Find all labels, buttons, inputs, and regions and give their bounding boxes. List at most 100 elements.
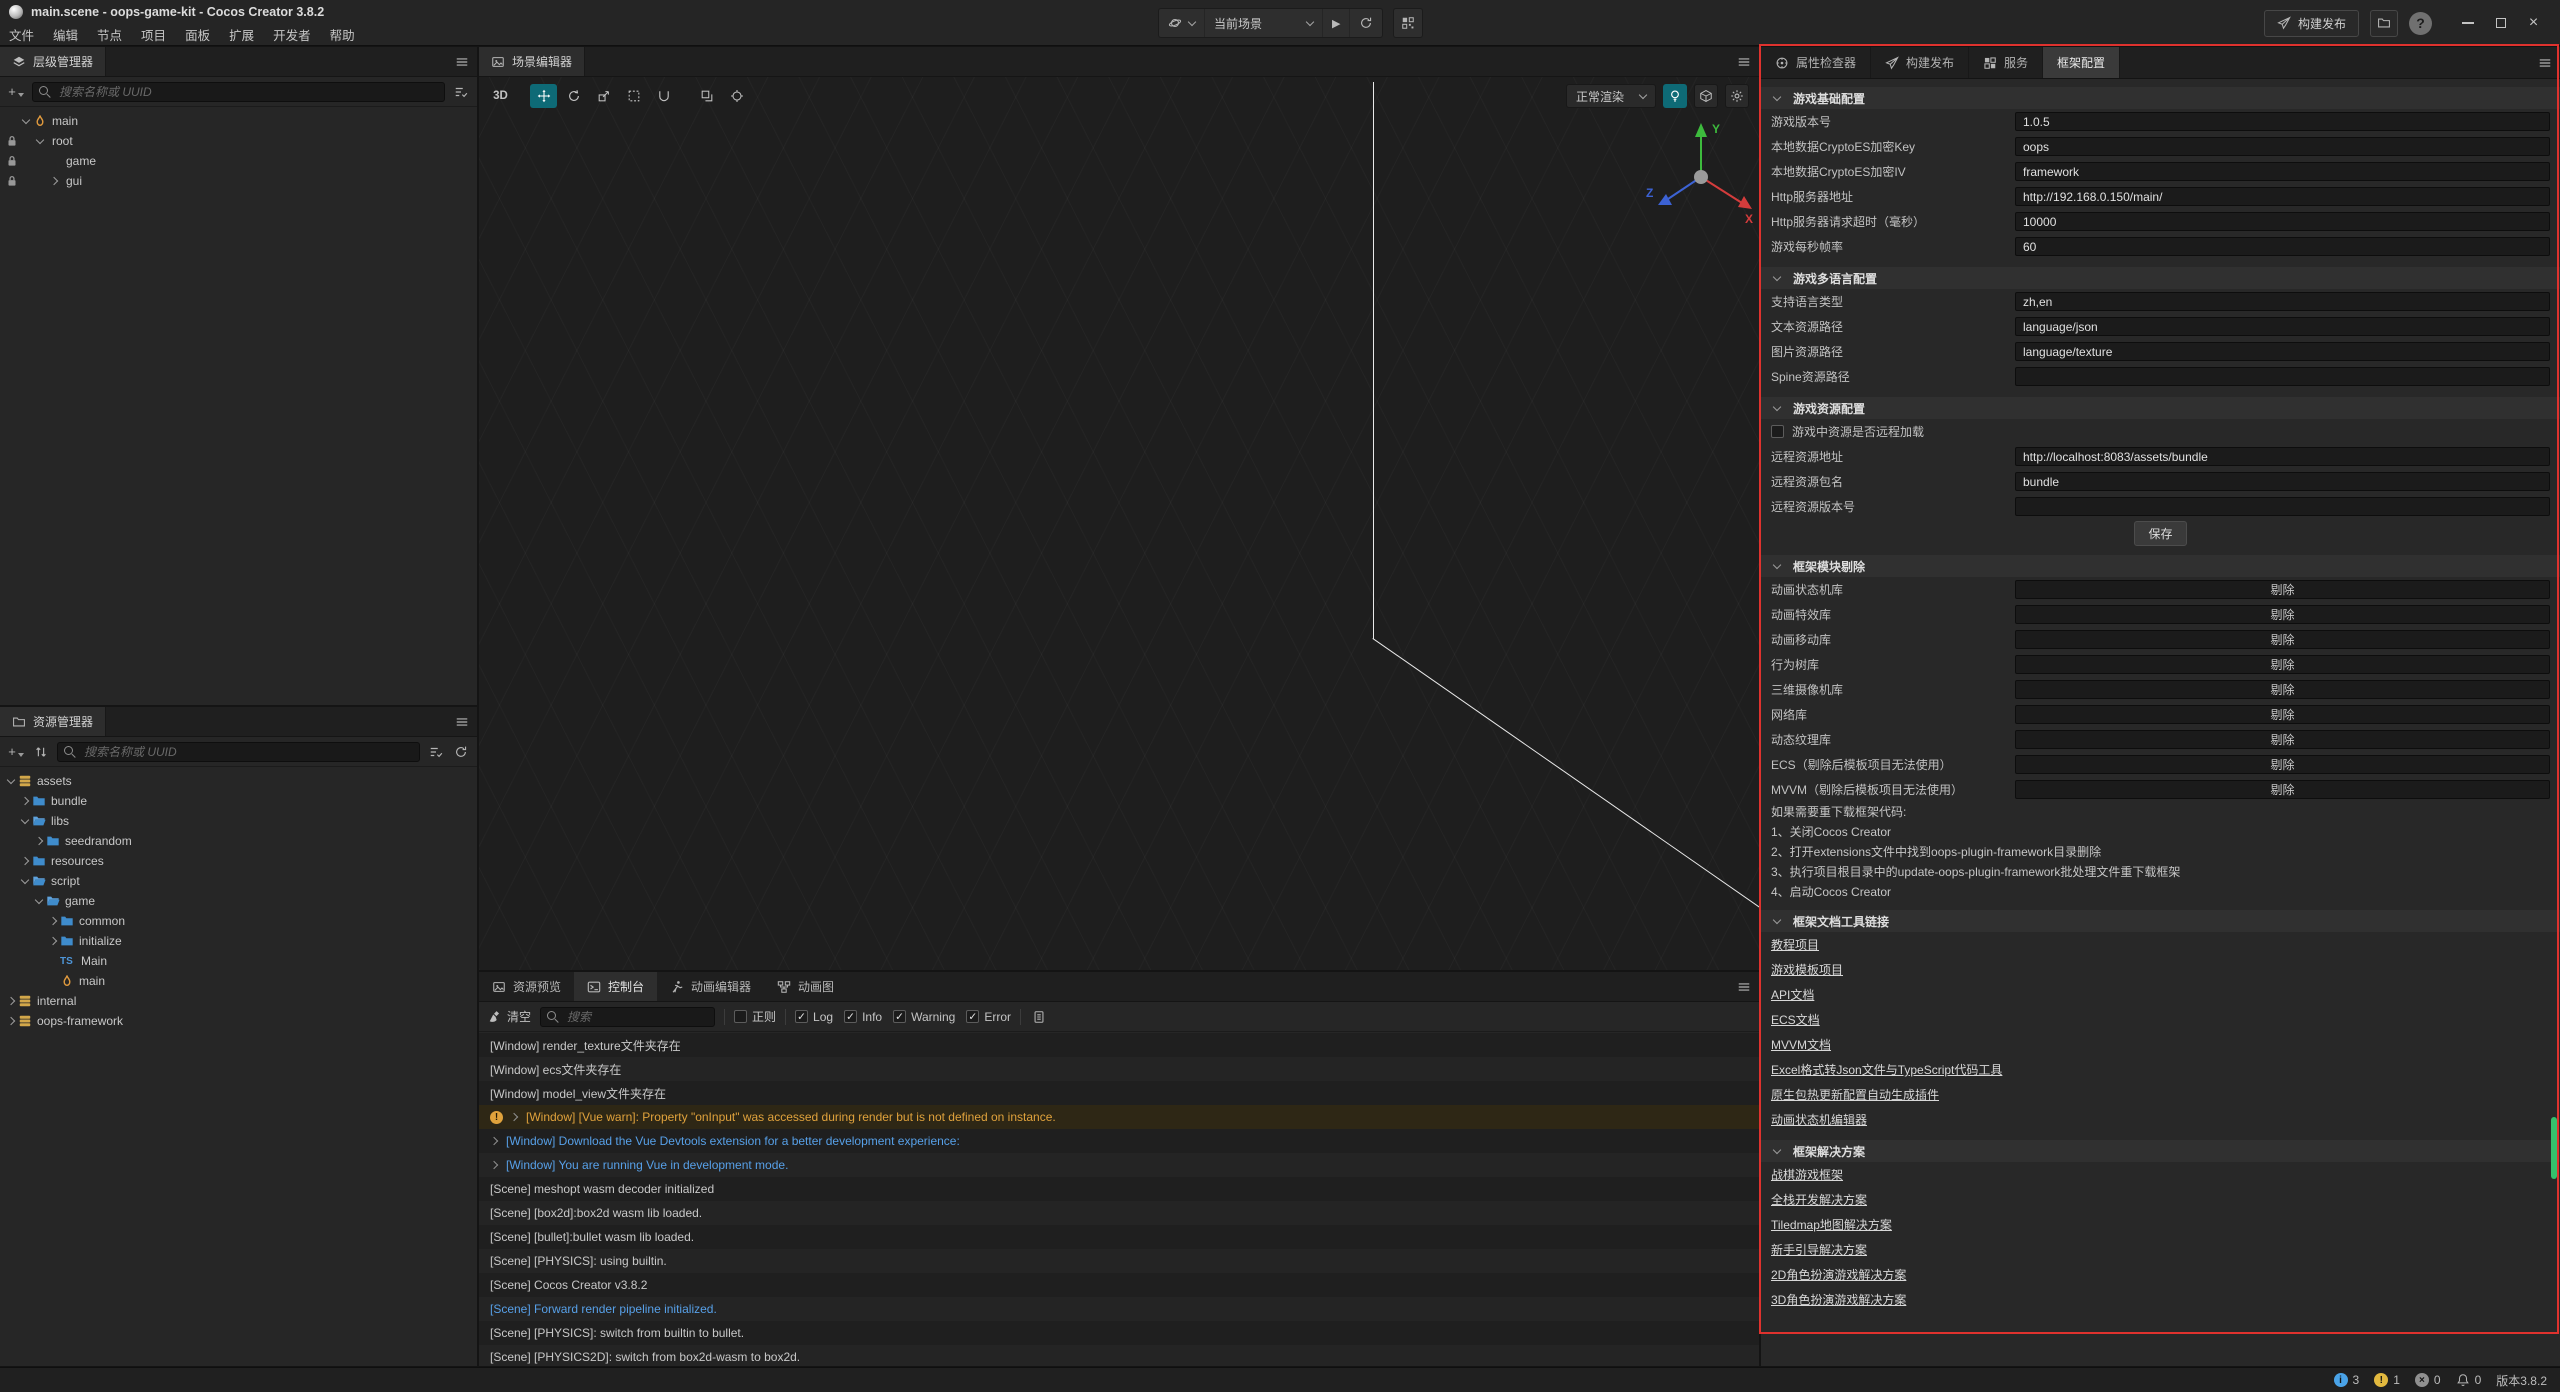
log-row[interactable]: [Window] Download the Vue Devtools exten… [479, 1129, 1759, 1153]
tree-node-root[interactable]: root [0, 131, 477, 151]
hierarchy-tab[interactable]: 层级管理器 [0, 47, 106, 76]
checkbox-Log[interactable] [795, 1010, 808, 1023]
warning-count[interactable]: ! 1 [2374, 1373, 2400, 1387]
link-动画状态机编辑器[interactable]: 动画状态机编辑器 [1771, 1111, 1867, 1128]
chevron-right-icon[interactable] [47, 915, 60, 928]
refresh-icon[interactable] [452, 745, 470, 759]
chevron-right-icon[interactable] [47, 935, 60, 948]
link-Excel格式转Json文件与TypeScript代码工具[interactable]: Excel格式转Json文件与TypeScript代码工具 [1771, 1061, 2002, 1078]
log-row[interactable]: [Scene] Cocos Creator v3.8.2 [479, 1273, 1759, 1297]
config-field-input-2[interactable] [2015, 497, 2550, 516]
menu-item-面板[interactable]: 面板 [185, 25, 210, 44]
render-mode-select[interactable]: 正常渲染 [1566, 84, 1656, 108]
link-API文档[interactable]: API文档 [1771, 986, 1814, 1003]
checkbox-Info[interactable] [844, 1010, 857, 1023]
config-field-input-0[interactable] [2015, 447, 2550, 466]
filter-toggle-Error[interactable]: Error [966, 1010, 1011, 1024]
info-count[interactable]: i 3 [2334, 1373, 2360, 1387]
open-project-folder-button[interactable] [2370, 10, 2398, 37]
play-button[interactable]: ▶ [1323, 9, 1350, 37]
panel-menu-icon[interactable] [455, 55, 469, 69]
log-row[interactable]: ![Window] [Vue warn]: Property "onInput"… [479, 1105, 1759, 1129]
link-MVVM文档[interactable]: MVVM文档 [1771, 1036, 1831, 1053]
remove-module-button[interactable]: 剔除 [2015, 780, 2550, 799]
inspector-tab-属性检查器[interactable]: 属性检查器 [1761, 47, 1871, 78]
chevron-right-icon[interactable] [33, 835, 46, 848]
chevron-down-icon[interactable] [19, 875, 32, 888]
scene-tab[interactable]: 场景编辑器 [479, 47, 585, 76]
build-publish-button[interactable]: 构建发布 [2264, 10, 2359, 37]
assets-tab[interactable]: 资源管理器 [0, 707, 106, 736]
log-row[interactable]: [Scene] meshopt wasm decoder initialized [479, 1177, 1759, 1201]
remote-load-toggle[interactable]: 游戏中资源是否远程加载 [1761, 419, 2560, 444]
regex-checkbox[interactable] [734, 1010, 747, 1023]
tree-node-script[interactable]: script [0, 871, 477, 891]
regex-toggle[interactable]: 正则 [734, 1008, 776, 1025]
log-row[interactable]: [Window] ecs文件夹存在 [479, 1057, 1759, 1081]
remove-module-button[interactable]: 剔除 [2015, 605, 2550, 624]
tree-node-game[interactable]: game [0, 151, 477, 171]
config-field-input-0[interactable] [2015, 112, 2550, 131]
remove-module-button[interactable]: 剔除 [2015, 705, 2550, 724]
transform-tool-icon[interactable] [650, 84, 677, 108]
section-header-游戏资源配置[interactable]: 游戏资源配置 [1761, 397, 2560, 419]
preview-target-select[interactable] [1159, 9, 1205, 37]
chevron-down-icon[interactable] [19, 815, 32, 828]
clear-console-button[interactable]: 清空 [488, 1008, 531, 1025]
chevron-down-icon[interactable] [20, 115, 33, 128]
config-field-input-4[interactable] [2015, 212, 2550, 231]
link-战棋游戏框架[interactable]: 战棋游戏框架 [1771, 1166, 1843, 1183]
move-tool-icon[interactable] [530, 84, 557, 108]
menu-item-帮助[interactable]: 帮助 [330, 25, 355, 44]
remove-module-button[interactable]: 剔除 [2015, 680, 2550, 699]
tree-node-oops-framework[interactable]: oops-framework [0, 1011, 477, 1031]
tree-node-libs[interactable]: libs [0, 811, 477, 831]
panel-menu-icon[interactable] [455, 715, 469, 729]
remove-module-button[interactable]: 剔除 [2015, 630, 2550, 649]
menu-item-节点[interactable]: 节点 [97, 25, 122, 44]
tree-node-common[interactable]: common [0, 911, 477, 931]
link-教程项目[interactable]: 教程项目 [1771, 936, 1819, 953]
link-ECS文档[interactable]: ECS文档 [1771, 1011, 1820, 1028]
tree-node-initialize[interactable]: initialize [0, 931, 477, 951]
log-row[interactable]: [Scene] [PHYSICS]: switch from builtin t… [479, 1321, 1759, 1345]
log-file-icon[interactable] [1030, 1010, 1048, 1024]
log-row[interactable]: [Window] render_texture文件夹存在 [479, 1033, 1759, 1057]
create-asset-button[interactable]: + [7, 742, 25, 762]
console-tab-控制台[interactable]: 控制台 [574, 972, 657, 1001]
filter-toggle-Warning[interactable]: Warning [893, 1010, 955, 1024]
hierarchy-search-input[interactable] [57, 84, 438, 100]
menu-item-编辑[interactable]: 编辑 [53, 25, 78, 44]
link-全栈开发解决方案[interactable]: 全栈开发解决方案 [1771, 1191, 1867, 1208]
remove-module-button[interactable]: 剔除 [2015, 755, 2550, 774]
maximize-button[interactable] [2484, 10, 2517, 37]
checkbox-Warning[interactable] [893, 1010, 906, 1023]
help-button[interactable]: ? [2409, 12, 2432, 35]
log-row[interactable]: [Scene] [bullet]:bullet wasm lib loaded. [479, 1225, 1759, 1249]
filter-icon[interactable] [427, 745, 445, 759]
pivot-tool-icon[interactable] [723, 84, 750, 108]
link-Tiledmap地图解决方案[interactable]: Tiledmap地图解决方案 [1771, 1216, 1892, 1233]
link-游戏模板项目[interactable]: 游戏模板项目 [1771, 961, 1843, 978]
console-tab-动画编辑器[interactable]: 动画编辑器 [657, 972, 764, 1001]
scene-settings-gear-icon[interactable] [1725, 84, 1749, 108]
link-3D角色扮演游戏解决方案[interactable]: 3D角色扮演游戏解决方案 [1771, 1291, 1906, 1308]
remove-module-button[interactable]: 剔除 [2015, 580, 2550, 599]
chevron-right-icon[interactable] [19, 855, 32, 868]
snap-tool-icon[interactable] [693, 84, 720, 108]
error-count[interactable]: × 0 [2415, 1373, 2441, 1387]
config-field-input-3[interactable] [2015, 367, 2550, 386]
menu-item-开发者[interactable]: 开发者 [273, 25, 311, 44]
close-button[interactable]: × [2517, 10, 2550, 37]
panel-menu-icon[interactable] [2538, 56, 2552, 70]
save-button[interactable]: 保存 [2134, 521, 2186, 546]
section-header-游戏多语言配置[interactable]: 游戏多语言配置 [1761, 267, 2560, 289]
checkbox-Error[interactable] [966, 1010, 979, 1023]
assets-search-input[interactable] [82, 744, 413, 760]
log-row[interactable]: [Scene] [PHYSICS2D]: switch from box2d-w… [479, 1345, 1759, 1366]
menu-item-扩展[interactable]: 扩展 [229, 25, 254, 44]
config-field-input-2[interactable] [2015, 342, 2550, 361]
log-row[interactable]: [Window] You are running Vue in developm… [479, 1153, 1759, 1177]
sort-icon[interactable] [32, 745, 50, 759]
create-node-button[interactable]: + [7, 82, 25, 102]
